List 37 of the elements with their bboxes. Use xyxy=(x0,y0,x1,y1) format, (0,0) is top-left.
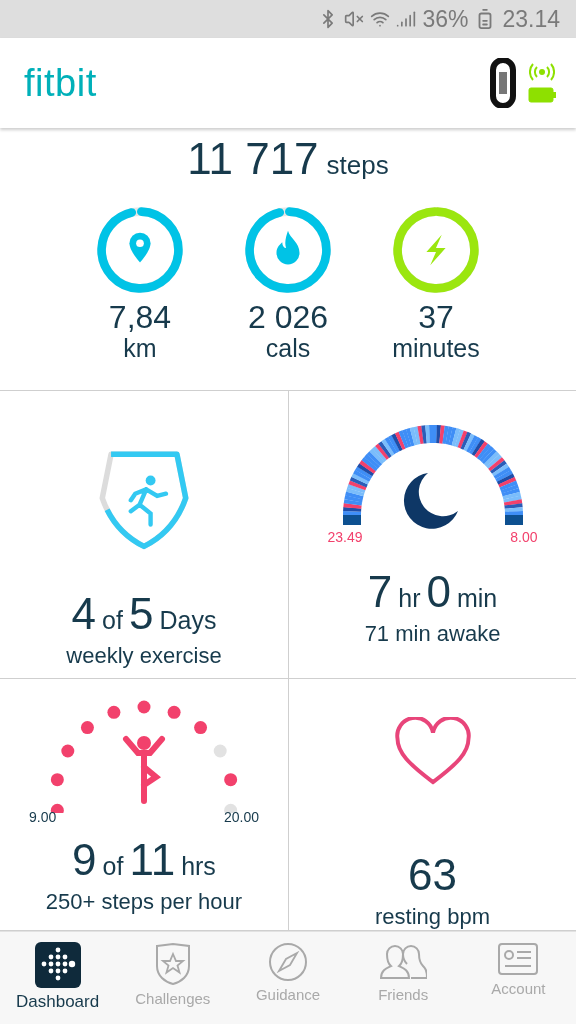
stat-unit: km xyxy=(123,335,157,363)
nav-tab[interactable]: Account xyxy=(460,932,576,1024)
battery-percent: 36% xyxy=(422,5,469,33)
wifi-icon xyxy=(370,9,391,29)
dashboard-icon xyxy=(34,942,81,988)
people-icon xyxy=(379,942,428,982)
start-time: 9.00 xyxy=(29,809,57,825)
nav-tab[interactable]: Challenges xyxy=(115,932,231,1024)
start-time: 23.49 xyxy=(327,529,363,545)
stat-value: 37 xyxy=(418,300,454,336)
tile-label: weekly exercise xyxy=(66,643,222,669)
sync-signal-icon xyxy=(529,63,555,81)
compass-icon xyxy=(268,942,308,982)
tile-label: 250+ steps per hour xyxy=(45,889,243,915)
end-time: 20.00 xyxy=(223,809,259,825)
nav-tab[interactable]: Guidance xyxy=(230,932,346,1024)
stat-unit: cals xyxy=(265,335,311,363)
hourly-count: 9 of 11 hrs xyxy=(72,835,216,885)
device-battery-icon xyxy=(528,87,556,103)
nav-tab[interactable]: Friends xyxy=(345,932,461,1024)
tracker-band-icon xyxy=(488,58,518,108)
nav-tab[interactable]: Dashboard xyxy=(0,932,116,1024)
id-card-icon xyxy=(497,942,540,976)
tile-label: resting bpm xyxy=(375,904,490,930)
stat-unit: minutes xyxy=(392,335,480,363)
step-count: 11 717 steps xyxy=(187,134,389,184)
heart-rate-value: 63 xyxy=(408,850,457,900)
logo: fitbit xyxy=(24,61,97,105)
tile-label: 71 min awake xyxy=(364,621,501,647)
mute-icon xyxy=(344,9,365,29)
sleep-duration: 7 hr 0 min xyxy=(367,567,498,617)
stat-value: 7,84 xyxy=(108,300,172,336)
stat-value: 2 026 xyxy=(247,300,329,336)
exercise-count: 4 of 5 Days xyxy=(71,589,217,639)
signal-icon xyxy=(396,9,417,29)
clock: 23.14 xyxy=(502,5,560,33)
end-time: 8.00 xyxy=(510,529,538,545)
